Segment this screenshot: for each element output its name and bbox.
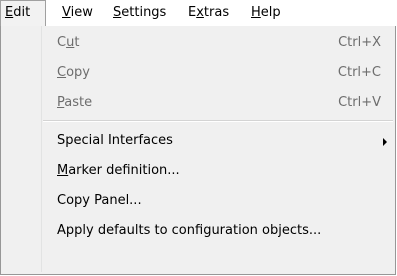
menu-edit[interactable]: Edit: [3, 4, 32, 22]
menu-settings[interactable]: Settings: [111, 4, 168, 22]
menu-item-label: Paste: [57, 95, 93, 110]
menu-item-cut[interactable]: Cut: [57, 32, 79, 54]
menu-item-marker-definition[interactable]: Marker definition...: [57, 160, 180, 182]
menu-item-label: Apply defaults to configuration objects.…: [57, 223, 322, 238]
shortcut-cut: Ctrl+X: [338, 35, 381, 50]
menu-item-label: Special Interfaces: [57, 133, 173, 148]
menu-separator: [43, 120, 393, 122]
submenu-arrow-icon: [383, 138, 387, 146]
shortcut-paste: Ctrl+V: [338, 95, 381, 110]
menu-item-apply-defaults[interactable]: Apply defaults to configuration objects.…: [57, 220, 321, 242]
menu-help[interactable]: Help: [249, 4, 283, 22]
menu-item-label: Marker definition...: [57, 163, 180, 178]
menu-item-label: Cut: [57, 35, 80, 50]
menu-extras[interactable]: Extras: [186, 4, 231, 22]
menu-bar: Edit View Settings Extras Help: [0, 0, 397, 27]
menu-item-special-interfaces[interactable]: Special Interfaces: [57, 130, 173, 152]
menu-item-label: Copy Panel...: [57, 193, 142, 208]
shortcut-copy: Ctrl+C: [337, 65, 381, 80]
menu-item-copy[interactable]: Copy: [57, 62, 90, 84]
menu-item-copy-panel[interactable]: Copy Panel...: [57, 190, 142, 212]
menu-icon-gutter: [4, 26, 42, 272]
menu-item-label: Copy: [57, 65, 90, 80]
edit-dropdown-menu: Cut Ctrl+X Copy Ctrl+C Paste Ctrl+V Spec…: [0, 26, 396, 275]
menu-item-paste[interactable]: Paste: [57, 92, 92, 114]
menu-view[interactable]: View: [60, 4, 95, 22]
